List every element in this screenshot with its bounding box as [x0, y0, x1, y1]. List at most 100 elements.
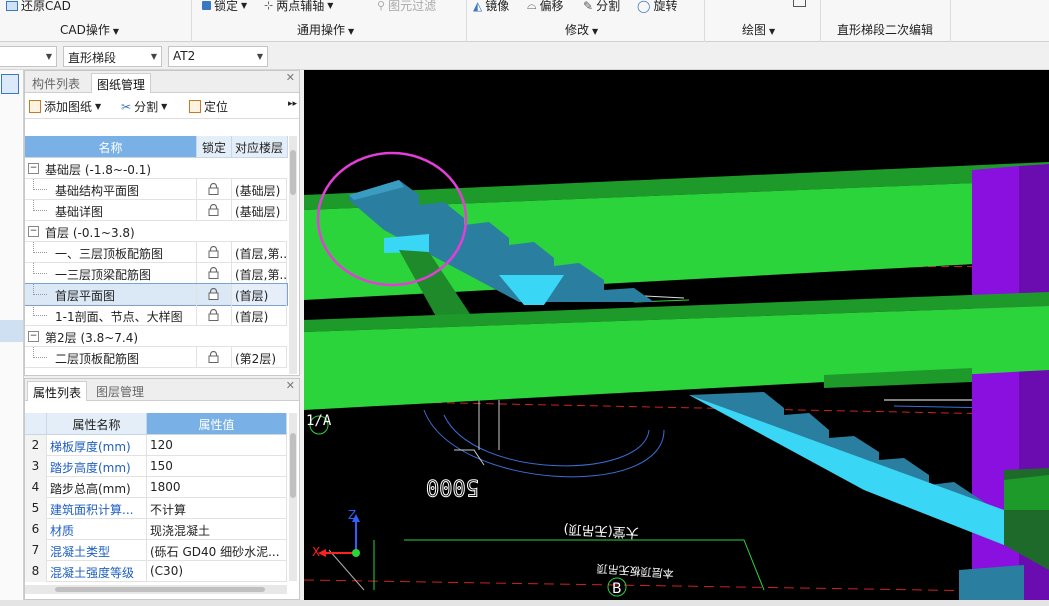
property-row[interactable]: 5 建筑面积计算... 不计算: [25, 498, 287, 519]
drawing-row[interactable]: 基础详图 (基础层): [25, 200, 287, 221]
property-value[interactable]: (C30): [147, 561, 287, 582]
ribbon-group-label-common[interactable]: 通用操作 ▼: [297, 21, 354, 38]
property-panel: 属性列表 图层管理 ✕ 属性名称 属性值 2 梯板厚度(mm) 120 3 踏步高度(m…: [24, 378, 300, 600]
property-value[interactable]: 1800: [147, 477, 287, 498]
tree-group-row[interactable]: − 基础层 (-1.8~-0.1): [25, 158, 287, 179]
collapse-icon[interactable]: −: [28, 226, 39, 237]
drawing-row[interactable]: 二层顶板配筋图 (第2层): [25, 347, 287, 368]
component-type-select[interactable]: 直形梯段 ▼: [63, 46, 162, 67]
add-drawing-button[interactable]: 添加图纸 ▼: [29, 98, 101, 115]
drawing-row[interactable]: 一三层顶梁配筋图 (首层,第...: [25, 263, 287, 284]
mirror-button[interactable]: ◭ 镜像: [473, 0, 509, 14]
property-name: 材质: [47, 519, 147, 540]
property-value[interactable]: 150: [147, 456, 287, 477]
collapse-icon[interactable]: −: [28, 331, 39, 342]
floor-cell: (首层,第...: [232, 242, 287, 263]
scrollbar-thumb[interactable]: [290, 433, 296, 498]
more-icon[interactable]: ▸▸: [288, 99, 297, 109]
locate-icon: [189, 100, 201, 113]
lock-cell[interactable]: [197, 305, 232, 326]
lock-cell[interactable]: [197, 179, 232, 200]
panel-toggle-icon[interactable]: [1, 74, 19, 94]
lock-cell[interactable]: [197, 284, 232, 305]
drawing-row[interactable]: 一、三层顶板配筋图 (首层,第...: [25, 242, 287, 263]
drawing-row[interactable]: 1-1剖面、节点、大样图 (首层): [25, 305, 287, 326]
close-icon[interactable]: ✕: [286, 379, 295, 392]
lock-cell[interactable]: [197, 200, 232, 221]
property-name: 建筑面积计算...: [47, 498, 147, 519]
restore-cad-icon: [6, 0, 18, 11]
axis-z-label: Z: [348, 508, 356, 522]
scrollbar-thumb[interactable]: [55, 587, 265, 592]
lock-button[interactable]: 锁定 ▼: [202, 0, 247, 14]
property-value[interactable]: (砾石 GD40 细砂水泥...: [147, 540, 287, 561]
property-hscrollbar[interactable]: [25, 585, 287, 594]
ribbon-group-label-cad[interactable]: CAD操作 ▼: [60, 21, 119, 38]
lock-cell[interactable]: [197, 263, 232, 284]
nav-highlight[interactable]: [0, 320, 23, 342]
chevron-down-icon: ▼: [112, 27, 119, 36]
row-index: 8: [25, 561, 47, 582]
drawing-name: 基础结构平面图: [25, 179, 197, 200]
drawing-row[interactable]: 基础结构平面图 (基础层): [25, 179, 287, 200]
restore-cad-button[interactable]: 还原CAD: [6, 0, 71, 14]
status-bar: [0, 600, 1049, 606]
property-row[interactable]: 2 梯板厚度(mm) 120: [25, 435, 287, 456]
draw-shape-button[interactable]: [793, 0, 806, 7]
scrollbar-thumb[interactable]: [290, 150, 296, 195]
close-icon[interactable]: ✕: [286, 71, 295, 84]
lock-cell[interactable]: [197, 242, 232, 263]
offset-button[interactable]: ⌓ 偏移: [527, 0, 564, 14]
row-index: 3: [25, 456, 47, 477]
split-drawing-button[interactable]: ✂ 分割 ▼: [121, 98, 167, 115]
split-button[interactable]: ✎ 分割: [583, 0, 620, 14]
lock-icon: [208, 309, 219, 321]
locate-button[interactable]: 定位: [189, 98, 228, 115]
property-row[interactable]: 6 材质 现浇混凝土: [25, 519, 287, 540]
property-row[interactable]: 7 混凝土类型 (砾石 GD40 细砂水泥...: [25, 540, 287, 561]
axis-label-b: B: [612, 581, 622, 597]
property-row[interactable]: 3 踏步高度(mm) 150: [25, 456, 287, 477]
row-index: 6: [25, 519, 47, 540]
drawing-row[interactable]: 首层平面图 (首层): [25, 283, 288, 306]
lower-beam[interactable]: [304, 292, 1049, 410]
column-header-name[interactable]: 名称: [25, 136, 197, 158]
chevron-down-icon: ▼: [45, 52, 52, 61]
viewport-canvas[interactable]: 1/A B 5000 大堂(无吊顶) 本层顶板无吊顶 Z X: [304, 70, 1049, 600]
rotate-button[interactable]: ◯ 旋转: [637, 0, 677, 14]
tree-group-row[interactable]: − 第2层 (3.8~7.4): [25, 326, 287, 347]
row-index: 4: [25, 477, 47, 498]
ribbon-group-label-draw[interactable]: 绘图 ▼: [742, 21, 775, 38]
property-scrollbar[interactable]: [289, 413, 297, 581]
floor-cell: (首层): [232, 305, 287, 326]
column-header-floor[interactable]: 对应楼层: [232, 136, 288, 158]
tab-drawing-management[interactable]: 图纸管理: [91, 73, 152, 93]
3d-viewport[interactable]: 1/A B 5000 大堂(无吊顶) 本层顶板无吊顶 Z X: [304, 70, 1049, 600]
drawing-name: 一、三层顶板配筋图: [25, 242, 197, 263]
tab-property-list[interactable]: 属性列表: [27, 381, 88, 401]
row-index: 7: [25, 540, 47, 561]
component-name-select[interactable]: AT2 ▼: [168, 46, 268, 67]
collapse-icon[interactable]: −: [28, 163, 39, 174]
ribbon-group-label-stair: 直形梯段二次编辑: [837, 23, 934, 37]
lock-cell[interactable]: [197, 347, 232, 368]
tab-component-list[interactable]: 构件列表: [27, 73, 85, 93]
ribbon-group-draw: 绘图 ▼: [705, 0, 821, 42]
property-value[interactable]: 不计算: [147, 498, 287, 519]
property-value[interactable]: 现浇混凝土: [147, 519, 287, 540]
category-select[interactable]: ▼: [0, 46, 57, 67]
tab-layer-management[interactable]: 图层管理: [91, 381, 149, 401]
two-point-axis-button[interactable]: ⊹ 两点辅轴 ▼: [264, 0, 333, 14]
chevron-down-icon: ▼: [769, 27, 776, 36]
ribbon-group-label-modify[interactable]: 修改 ▼: [565, 21, 598, 38]
mirror-icon: ◭: [473, 0, 483, 13]
property-row[interactable]: 4 踏步总高(mm) 1800: [25, 477, 287, 498]
column-header-lock[interactable]: 锁定: [197, 136, 232, 158]
filter-button[interactable]: ⚲ 图元过滤: [377, 0, 436, 14]
component-selector-bar: ▼ 直形梯段 ▼ AT2 ▼: [0, 43, 1049, 70]
property-value[interactable]: 120: [147, 435, 287, 456]
property-name: 混凝土强度等级: [47, 561, 147, 582]
drawing-scrollbar[interactable]: [289, 136, 297, 374]
property-row[interactable]: 8 混凝土强度等级 (C30): [25, 561, 287, 582]
tree-group-row[interactable]: − 首层 (-0.1~3.8): [25, 221, 287, 242]
